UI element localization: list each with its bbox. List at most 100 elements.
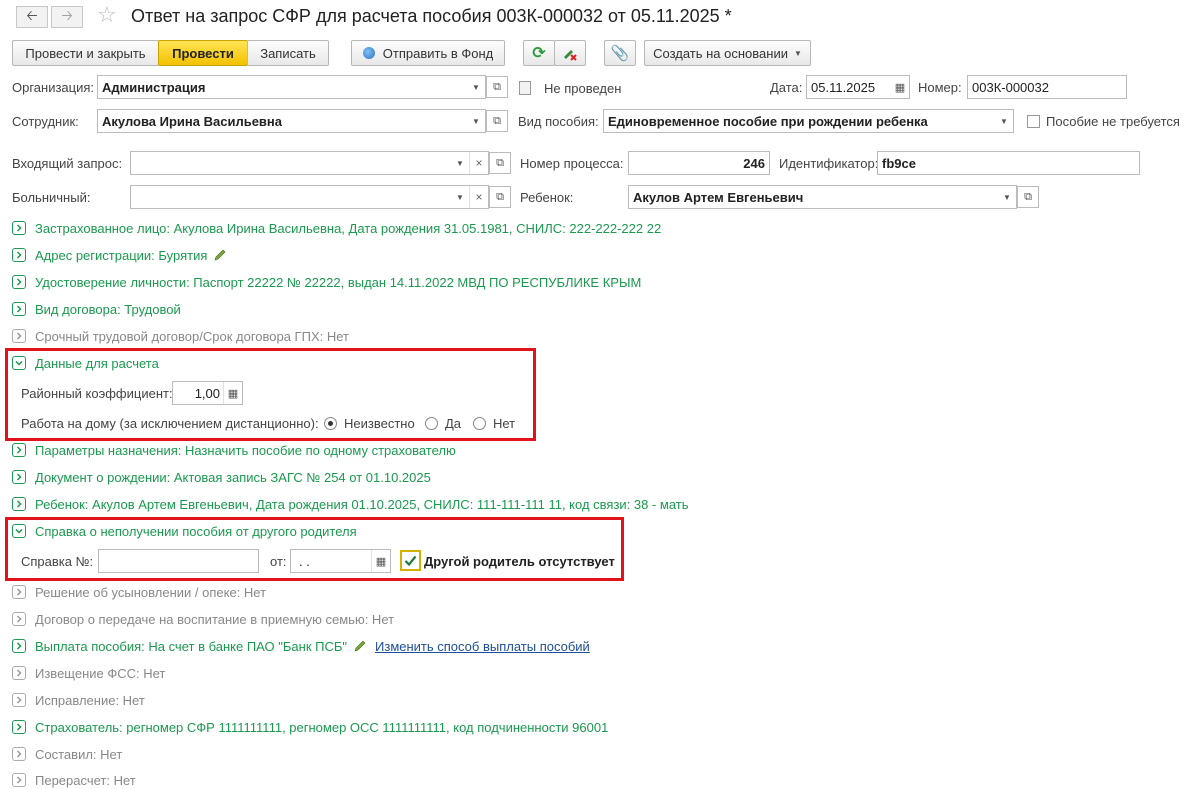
section-insured-person[interactable]: Застрахованное лицо: Акулова Ирина Васил… bbox=[12, 219, 661, 237]
sick-leave-field[interactable]: ▼ × bbox=[130, 185, 489, 209]
unpost-button[interactable] bbox=[554, 40, 586, 66]
expand-chevron-icon[interactable] bbox=[12, 585, 26, 599]
incoming-request-label: Входящий запрос: bbox=[12, 156, 123, 171]
attach-button[interactable]: 📎 bbox=[604, 40, 636, 66]
dropdown-icon[interactable]: ▼ bbox=[998, 186, 1016, 208]
radio-yes-label: Да bbox=[445, 416, 462, 431]
collapse-chevron-icon[interactable] bbox=[12, 356, 26, 370]
section-calc-data[interactable]: Данные для расчета bbox=[12, 354, 159, 372]
dropdown-icon[interactable]: ▼ bbox=[467, 76, 485, 98]
open-child-button[interactable]: ⧉ bbox=[1017, 186, 1039, 208]
expand-chevron-icon[interactable] bbox=[12, 773, 26, 787]
section-identity[interactable]: Удостоверение личности: Паспорт 22222 № … bbox=[12, 273, 641, 291]
expand-chevron-icon[interactable] bbox=[12, 666, 26, 680]
expand-chevron-icon[interactable] bbox=[12, 693, 26, 707]
send-to-fund-button[interactable]: Отправить в Фонд bbox=[351, 40, 505, 66]
clear-icon[interactable]: × bbox=[469, 186, 488, 208]
process-number-value: 246 bbox=[743, 155, 765, 171]
section-foster-label: Договор о передаче на воспитание в прием… bbox=[35, 611, 395, 627]
radio-no[interactable] bbox=[473, 417, 486, 430]
refresh-button[interactable]: ⟳ bbox=[523, 40, 555, 66]
expand-chevron-icon[interactable] bbox=[12, 248, 26, 262]
section-certificate[interactable]: Справка о неполучении пособия от другого… bbox=[12, 522, 357, 540]
identifier-field[interactable]: fb9ce bbox=[877, 151, 1140, 175]
post-status: Не проведен bbox=[544, 81, 622, 96]
open-sick-leave-button[interactable]: ⧉ bbox=[489, 186, 511, 208]
pencil-icon[interactable] bbox=[213, 248, 227, 262]
open-incoming-request-button[interactable]: ⧉ bbox=[489, 152, 511, 174]
open-organization-button[interactable]: ⧉ bbox=[486, 76, 508, 98]
collapse-chevron-icon[interactable] bbox=[12, 524, 26, 538]
dropdown-icon[interactable]: ▼ bbox=[451, 186, 469, 208]
section-fss-notice[interactable]: Извещение ФСС: Нет bbox=[12, 664, 165, 682]
section-fixed-term[interactable]: Срочный трудовой договор/Срок договора Г… bbox=[12, 327, 349, 345]
radio-dot bbox=[328, 421, 333, 426]
home-work-label: Работа на дому (за исключением дистанцио… bbox=[21, 416, 319, 431]
section-correction[interactable]: Исправление: Нет bbox=[12, 691, 145, 709]
open-employee-button[interactable]: ⧉ bbox=[486, 110, 508, 132]
section-assign-params[interactable]: Параметры назначения: Назначить пособие … bbox=[12, 441, 456, 459]
back-button[interactable]: 🡠 bbox=[16, 6, 48, 28]
clear-icon[interactable]: × bbox=[469, 152, 488, 174]
section-contract-type[interactable]: Вид договора: Трудовой bbox=[12, 300, 181, 318]
create-based-on-button[interactable]: Создать на основании ▼ bbox=[644, 40, 811, 66]
section-foster[interactable]: Договор о передаче на воспитание в прием… bbox=[12, 610, 394, 628]
forward-button[interactable]: 🡢 bbox=[51, 6, 83, 28]
certificate-number-field[interactable] bbox=[98, 549, 259, 573]
section-fss-notice-label: Извещение ФСС: Нет bbox=[35, 665, 166, 681]
expand-chevron-icon[interactable] bbox=[12, 443, 26, 457]
expand-chevron-icon[interactable] bbox=[12, 302, 26, 316]
expand-chevron-icon[interactable] bbox=[12, 470, 26, 484]
radio-yes[interactable] bbox=[425, 417, 438, 430]
regional-coefficient-value: 1,00 bbox=[194, 385, 220, 401]
section-calc-data-label: Данные для расчета bbox=[35, 355, 159, 371]
dropdown-icon[interactable]: ▼ bbox=[451, 152, 469, 174]
section-recalculation[interactable]: Перерасчет: Нет bbox=[12, 771, 136, 789]
number-field[interactable]: 003К-000032 bbox=[967, 75, 1127, 99]
section-adoption[interactable]: Решение об усыновлении / опеке: Нет bbox=[12, 583, 266, 601]
expand-chevron-icon[interactable] bbox=[12, 747, 26, 761]
open-icon: ⧉ bbox=[496, 190, 504, 203]
refresh-icon: ⟳ bbox=[532, 45, 546, 62]
organization-field[interactable]: Администрация ▼ bbox=[97, 75, 486, 99]
date-field[interactable]: 05.11.2025 ▦ bbox=[806, 75, 910, 99]
expand-chevron-icon[interactable] bbox=[12, 612, 26, 626]
section-composed[interactable]: Составил: Нет bbox=[12, 745, 122, 763]
section-child[interactable]: Ребенок: Акулов Артем Евгеньевич, Дата р… bbox=[12, 495, 689, 513]
regional-coefficient-field[interactable]: 1,00 ▦ bbox=[172, 381, 243, 405]
expand-chevron-icon[interactable] bbox=[12, 329, 26, 343]
section-birth-doc[interactable]: Документ о рождении: Актовая запись ЗАГС… bbox=[12, 468, 431, 486]
calculator-icon[interactable]: ▦ bbox=[223, 382, 242, 404]
child-field[interactable]: Акулов Артем Евгеньевич ▼ bbox=[628, 185, 1017, 209]
expand-chevron-icon[interactable] bbox=[12, 275, 26, 289]
benefit-not-required-label: Пособие не требуется bbox=[1046, 114, 1180, 129]
checkmark-icon bbox=[404, 555, 417, 566]
post-and-close-button[interactable]: Провести и закрыть bbox=[12, 40, 159, 66]
dropdown-icon[interactable]: ▼ bbox=[467, 110, 485, 132]
pencil-icon[interactable] bbox=[353, 639, 367, 653]
section-address[interactable]: Адрес регистрации: Бурятия bbox=[12, 246, 227, 264]
save-button[interactable]: Записать bbox=[247, 40, 329, 66]
other-parent-absent-checkbox[interactable] bbox=[400, 550, 421, 571]
arrow-left-icon: 🡠 bbox=[26, 7, 38, 23]
section-payment[interactable]: Выплата пособия: На счет в банке ПАО "Ба… bbox=[12, 637, 590, 655]
benefit-type-field[interactable]: Единовременное пособие при рождении ребе… bbox=[603, 109, 1014, 133]
radio-unknown[interactable] bbox=[324, 417, 337, 430]
expand-chevron-icon[interactable] bbox=[12, 639, 26, 653]
expand-chevron-icon[interactable] bbox=[12, 221, 26, 235]
incoming-request-field[interactable]: ▼ × bbox=[130, 151, 489, 175]
benefit-not-required-checkbox[interactable] bbox=[1027, 115, 1040, 128]
calendar-icon[interactable]: ▦ bbox=[891, 76, 909, 98]
change-payment-method-link[interactable]: Изменить способ выплаты пособий bbox=[375, 639, 590, 654]
expand-chevron-icon[interactable] bbox=[12, 720, 26, 734]
calendar-icon[interactable]: ▦ bbox=[371, 550, 390, 572]
post-button[interactable]: Провести bbox=[158, 40, 248, 66]
employee-field[interactable]: Акулова Ирина Васильевна ▼ bbox=[97, 109, 486, 133]
process-number-field[interactable]: 246 bbox=[628, 151, 770, 175]
dropdown-icon[interactable]: ▼ bbox=[995, 110, 1013, 132]
certificate-date-field[interactable]: . . ▦ bbox=[290, 549, 391, 573]
expand-chevron-icon[interactable] bbox=[12, 497, 26, 511]
dropdown-arrow-icon: ▼ bbox=[793, 48, 802, 58]
section-insurer[interactable]: Страхователь: регномер СФР 1111111111, р… bbox=[12, 718, 608, 736]
favorite-star-icon[interactable]: ☆ bbox=[97, 4, 117, 26]
